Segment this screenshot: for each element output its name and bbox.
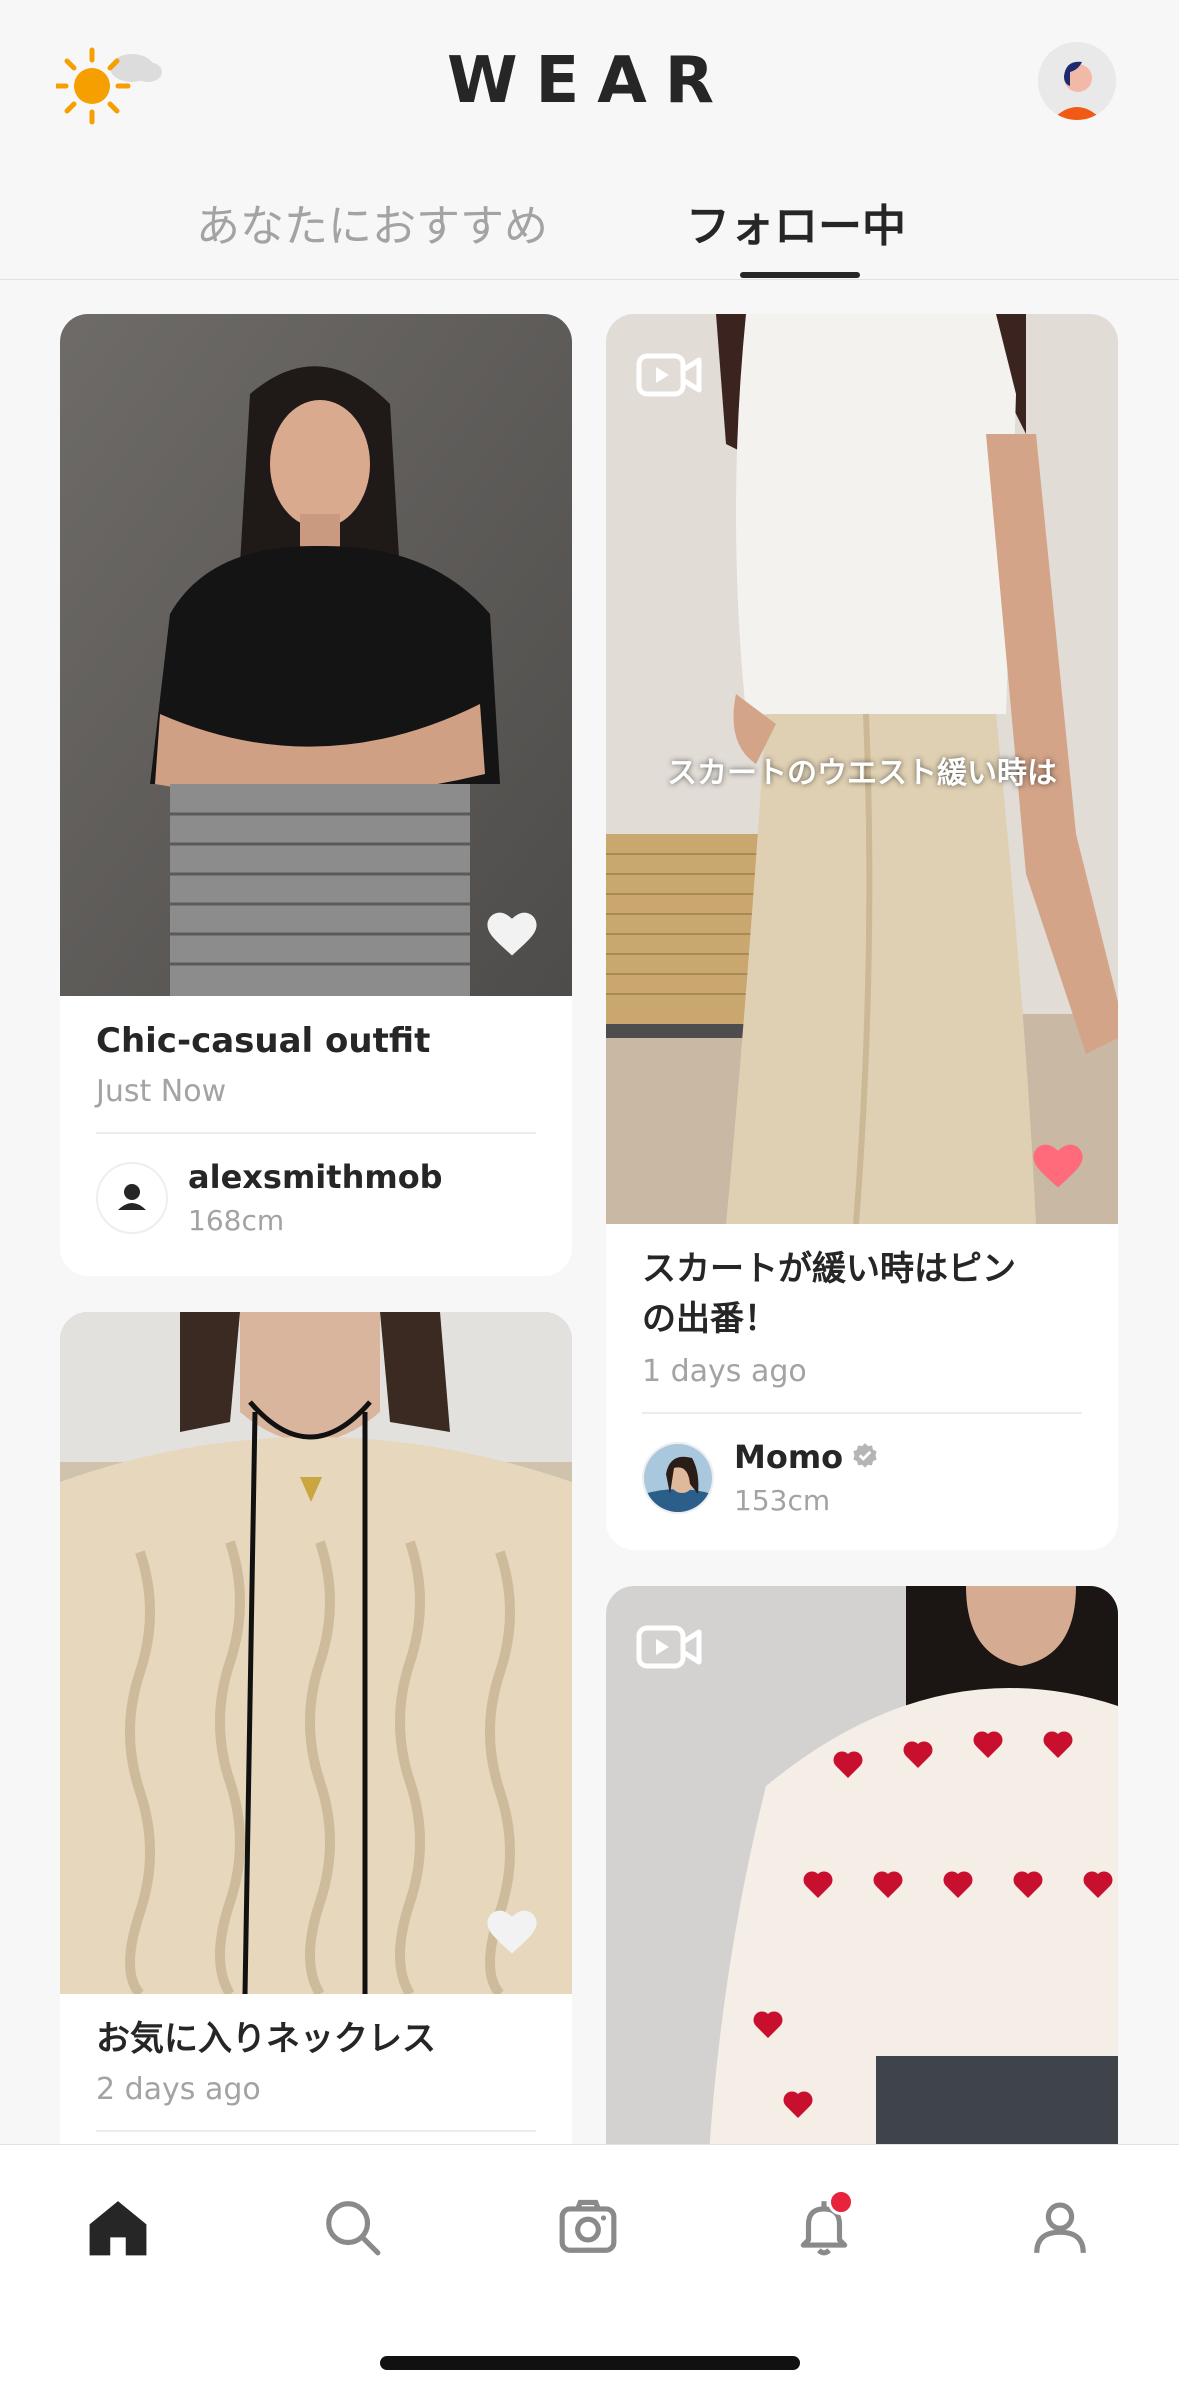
user-height: 168cm <box>188 1204 285 1237</box>
notification-badge <box>828 2189 854 2215</box>
post-title-line2: の出番！ <box>642 1299 778 1339</box>
app-logo: WEAR <box>446 44 733 118</box>
post-card[interactable]: お気に入りネックレス 2 days ago <box>60 1312 572 2192</box>
like-heart-icon[interactable] <box>482 1902 542 1956</box>
user-name[interactable]: Momo <box>734 1438 879 1478</box>
user-avatar-icon[interactable] <box>1038 42 1116 120</box>
home-icon <box>87 2198 149 2260</box>
post-video-thumbnail[interactable] <box>606 1586 1118 2206</box>
video-icon <box>636 350 704 400</box>
card-divider <box>96 1132 536 1134</box>
post-title-line1: スカートが緩い時はピン <box>642 1249 1016 1289</box>
camera-icon <box>557 2196 619 2262</box>
video-icon <box>636 1622 704 1672</box>
card-divider <box>96 2130 536 2132</box>
post-time: 1 days ago <box>642 1354 807 1389</box>
post-time: Just Now <box>96 1074 227 1109</box>
nav-notifications[interactable] <box>784 2189 864 2269</box>
post-photo[interactable] <box>60 314 572 996</box>
post-card[interactable]: Chic-casual outfit Just Now alexsmithmob… <box>60 314 572 1276</box>
post-time: 2 days ago <box>96 2072 261 2107</box>
like-heart-icon[interactable] <box>482 904 542 958</box>
post-card[interactable]: スカートのウエスト緩い時は スカートが緩い時はピン の出番！ 1 days ag… <box>606 314 1118 1550</box>
video-caption-overlay: スカートのウエスト緩い時は <box>667 756 1057 791</box>
post-title: お気に入りネックレス <box>96 2019 436 2059</box>
app-header: WEAR あなたにおすすめ フォロー中 <box>0 0 1179 280</box>
profile-icon <box>1029 2196 1091 2262</box>
tab-recommended[interactable]: あなたにおすすめ <box>196 190 548 254</box>
nav-profile[interactable] <box>1020 2189 1100 2269</box>
user-avatar[interactable] <box>642 1442 714 1514</box>
liked-heart-icon[interactable] <box>1028 1136 1088 1190</box>
post-title: Chic-casual outfit <box>96 1021 431 1061</box>
post-photo[interactable] <box>60 1312 572 1994</box>
user-name[interactable]: alexsmithmob <box>188 1158 443 1196</box>
header-divider <box>0 279 1179 280</box>
nav-camera[interactable] <box>548 2189 628 2269</box>
post-card[interactable] <box>606 1586 1118 2206</box>
post-video-thumbnail[interactable]: スカートのウエスト緩い時は <box>606 314 1118 1224</box>
active-tab-indicator <box>740 272 860 278</box>
tab-following[interactable]: フォロー中 <box>686 190 906 254</box>
nav-home[interactable] <box>78 2189 158 2269</box>
user-avatar[interactable] <box>96 1162 168 1234</box>
verified-badge-icon <box>851 1440 879 1478</box>
nav-search[interactable] <box>312 2189 392 2269</box>
home-indicator <box>380 2356 800 2370</box>
user-height: 153cm <box>734 1484 831 1517</box>
card-divider <box>642 1412 1082 1414</box>
feed-tabs: あなたにおすすめ フォロー中 <box>0 180 1179 280</box>
search-icon <box>321 2196 383 2262</box>
